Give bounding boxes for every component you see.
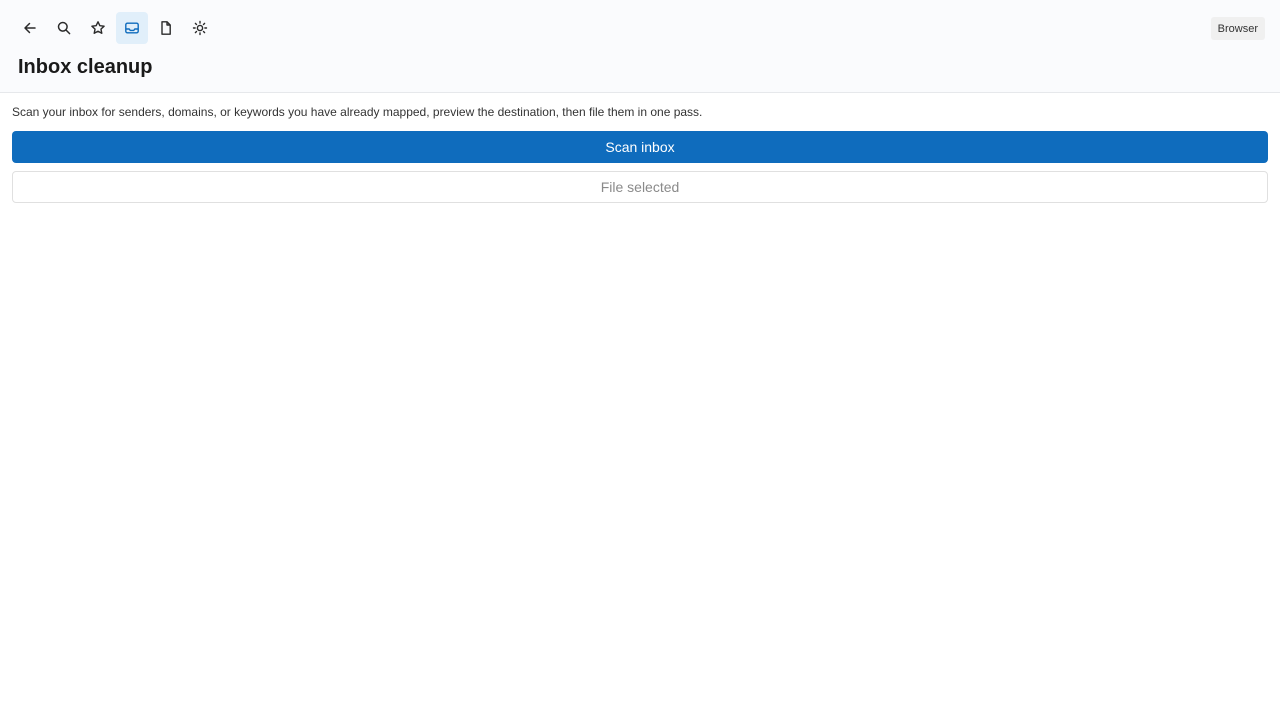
mail-button[interactable] [116,12,148,44]
mail-icon [125,22,139,34]
search-icon [57,21,71,35]
scan-inbox-button[interactable]: Scan inbox [12,131,1268,163]
document-icon [161,21,171,35]
header: Browser Inbox cleanup [0,0,1280,93]
back-arrow-icon [24,22,36,34]
file-selected-button[interactable]: File selected [12,171,1268,203]
toolbar [14,12,216,44]
theme-button[interactable] [184,12,216,44]
star-icon [91,21,105,34]
page-title: Inbox cleanup [18,56,153,78]
sun-icon [192,20,208,36]
back-button[interactable] [14,12,46,44]
document-button[interactable] [150,12,182,44]
description-text: Scan your inbox for senders, domains, or… [12,105,703,119]
browser-badge: Browser [1210,17,1265,40]
favorites-button[interactable] [82,12,114,44]
search-button[interactable] [48,12,80,44]
